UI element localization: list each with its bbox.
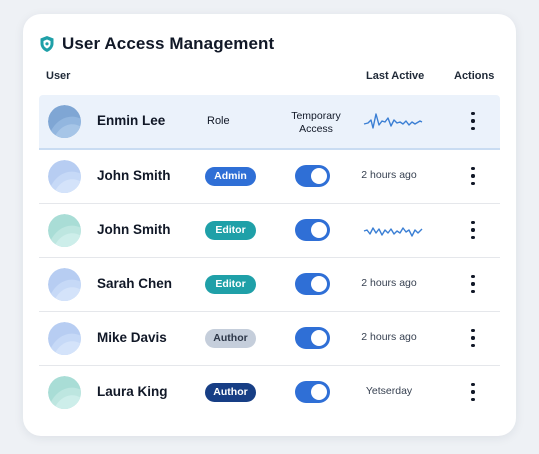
table-row[interactable]: Laura King Author Yetserday xyxy=(39,366,500,419)
role-badge[interactable]: Editor xyxy=(205,221,256,240)
row-actions-menu-icon[interactable] xyxy=(468,167,478,185)
row-actions-menu-icon[interactable] xyxy=(468,329,478,347)
last-active-text: 2 hours ago xyxy=(361,331,417,343)
temporary-access-toggle[interactable] xyxy=(295,219,330,241)
role-badge[interactable]: Author xyxy=(205,329,256,348)
last-active-text: 2 hours ago xyxy=(361,277,417,289)
user-name: Laura King xyxy=(97,384,168,399)
avatar xyxy=(48,322,81,355)
activity-sparkline xyxy=(363,227,423,237)
row-actions-menu-icon[interactable] xyxy=(468,112,478,130)
title-bar: User Access Management xyxy=(39,32,274,56)
page-title: User Access Management xyxy=(62,34,275,53)
temporary-access-toggle[interactable] xyxy=(295,381,330,403)
role-badge[interactable]: Admin xyxy=(205,167,256,186)
table-row[interactable]: Sarah Chen Editor 2 hours ago xyxy=(39,258,500,312)
table-row[interactable]: John Smith Editor xyxy=(39,204,500,258)
role-badge[interactable]: Author xyxy=(205,383,256,402)
user-name: Sarah Chen xyxy=(97,276,173,291)
avatar xyxy=(48,105,81,138)
temporary-access-toggle[interactable] xyxy=(295,165,330,187)
role-badge[interactable]: Editor xyxy=(205,275,256,294)
user-name: John Smith xyxy=(97,222,171,237)
user-access-card: User Access Management User Last Active … xyxy=(23,14,516,436)
column-header-user: User xyxy=(46,70,71,82)
last-active-text: 2 hours ago xyxy=(361,169,417,181)
avatar xyxy=(48,268,81,301)
row-actions-menu-icon[interactable] xyxy=(468,221,478,239)
avatar xyxy=(48,160,81,193)
table-row-selected[interactable]: Enmin Lee Role Temporary Access xyxy=(39,95,500,150)
avatar xyxy=(48,376,81,409)
avatar xyxy=(48,214,81,247)
column-header-last-active: Last Active xyxy=(366,70,425,82)
last-active-text: Yetserday xyxy=(365,385,413,397)
temporary-access-toggle[interactable] xyxy=(295,327,330,349)
role-label: Role xyxy=(207,115,230,127)
user-name: John Smith xyxy=(97,168,171,183)
table-row[interactable]: John Smith Admin 2 hours ago xyxy=(39,150,500,204)
column-header-actions: Actions xyxy=(454,70,495,82)
temporary-access-label: Temporary Access xyxy=(291,110,341,135)
shield-icon xyxy=(39,35,55,53)
row-actions-menu-icon[interactable] xyxy=(468,275,478,293)
table-row[interactable]: Mike Davis Author 2 hours ago xyxy=(39,312,500,366)
row-actions-menu-icon[interactable] xyxy=(468,383,478,401)
temporary-access-toggle[interactable] xyxy=(295,273,330,295)
user-name: Enmin Lee xyxy=(97,113,166,128)
user-name: Mike Davis xyxy=(97,330,167,345)
activity-sparkline xyxy=(363,113,423,129)
